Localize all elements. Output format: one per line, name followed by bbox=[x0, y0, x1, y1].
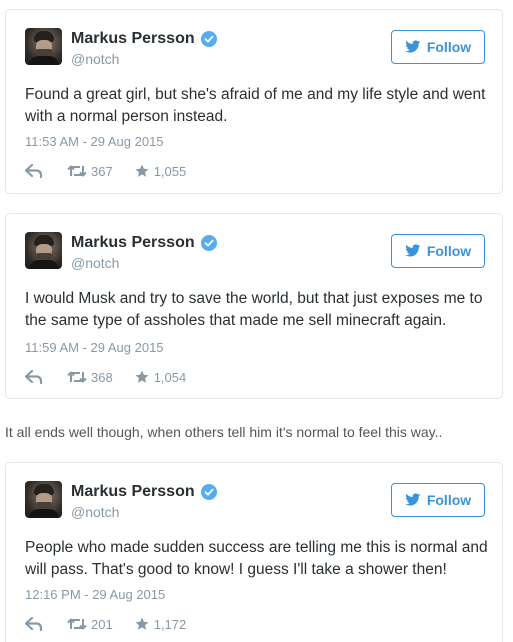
like-count: 1,172 bbox=[153, 616, 187, 632]
tweet-timestamp[interactable]: 11:53 AM - 29 Aug 2015 bbox=[25, 134, 164, 149]
author-name-row: Markus Persson bbox=[71, 483, 217, 501]
tweet-text: Found a great girl, but she's afraid of … bbox=[25, 86, 486, 125]
retweet-count: 368 bbox=[91, 369, 113, 385]
author-name[interactable]: Markus Persson bbox=[71, 30, 195, 48]
tweet-card: Markus Persson @notch Follow I would Mus… bbox=[5, 213, 503, 399]
author-handle[interactable]: @notch bbox=[71, 504, 119, 520]
tweet-actions: 367 1,055 bbox=[25, 162, 208, 180]
author-handle[interactable]: @notch bbox=[71, 51, 119, 67]
tweet-timestamp[interactable]: 11:59 AM - 29 Aug 2015 bbox=[25, 340, 164, 355]
verified-badge-icon bbox=[200, 484, 217, 500]
retweet-action[interactable]: 201 bbox=[67, 617, 113, 632]
like-count: 1,054 bbox=[153, 369, 187, 385]
tweet-card: Markus Persson @notch Follow People who … bbox=[5, 462, 503, 642]
tweet-header: Markus Persson @notch Follow bbox=[25, 232, 485, 272]
follow-button[interactable]: Follow bbox=[391, 483, 485, 517]
verified-badge-icon bbox=[200, 31, 217, 47]
like-action[interactable]: 1,054 bbox=[135, 369, 187, 385]
retweet-action[interactable]: 368 bbox=[67, 370, 113, 385]
tweet-actions: 368 1,054 bbox=[25, 368, 208, 386]
follow-label: Follow bbox=[426, 492, 472, 508]
avatar[interactable] bbox=[25, 28, 62, 65]
avatar[interactable] bbox=[25, 232, 62, 269]
tweet-text: People who made sudden success are telli… bbox=[25, 539, 488, 578]
twitter-bird-icon bbox=[405, 40, 421, 53]
retweet-count: 201 bbox=[91, 616, 113, 632]
like-action[interactable]: 1,172 bbox=[135, 616, 187, 632]
reply-arrow-icon[interactable] bbox=[25, 370, 43, 384]
tweet-card: Markus Persson @notch Follow Found a gre… bbox=[5, 9, 503, 194]
star-icon bbox=[135, 164, 149, 177]
like-count: 1,055 bbox=[153, 163, 187, 179]
twitter-bird-icon bbox=[405, 244, 421, 257]
follow-label: Follow bbox=[426, 39, 472, 55]
author-name[interactable]: Markus Persson bbox=[71, 483, 195, 501]
retweet-count: 367 bbox=[91, 163, 113, 179]
follow-button[interactable]: Follow bbox=[391, 234, 485, 268]
avatar[interactable] bbox=[25, 481, 62, 518]
tweet-text: I would Musk and try to save the world, … bbox=[25, 290, 483, 329]
tweet-actions: 201 1,172 bbox=[25, 615, 208, 633]
twitter-bird-icon bbox=[405, 493, 421, 506]
retweet-icon bbox=[67, 618, 87, 630]
author-handle[interactable]: @notch bbox=[71, 255, 119, 271]
like-action[interactable]: 1,055 bbox=[135, 163, 187, 179]
follow-label: Follow bbox=[426, 243, 472, 259]
tweet-header: Markus Persson @notch Follow bbox=[25, 481, 485, 521]
tweet-timestamp[interactable]: 12:16 PM - 29 Aug 2015 bbox=[25, 587, 165, 602]
reply-arrow-icon[interactable] bbox=[25, 617, 43, 631]
retweet-icon bbox=[67, 371, 87, 383]
reply-arrow-icon[interactable] bbox=[25, 164, 43, 178]
star-icon bbox=[135, 617, 149, 630]
caption-text: It all ends well though, when others tel… bbox=[5, 424, 443, 440]
tweet-header: Markus Persson @notch Follow bbox=[25, 28, 485, 68]
retweet-action[interactable]: 367 bbox=[67, 164, 113, 179]
author-name-row: Markus Persson bbox=[71, 234, 217, 252]
retweet-icon bbox=[67, 165, 87, 177]
star-icon bbox=[135, 370, 149, 383]
follow-button[interactable]: Follow bbox=[391, 30, 485, 64]
author-name-row: Markus Persson bbox=[71, 30, 217, 48]
verified-badge-icon bbox=[200, 235, 217, 251]
author-name[interactable]: Markus Persson bbox=[71, 234, 195, 252]
